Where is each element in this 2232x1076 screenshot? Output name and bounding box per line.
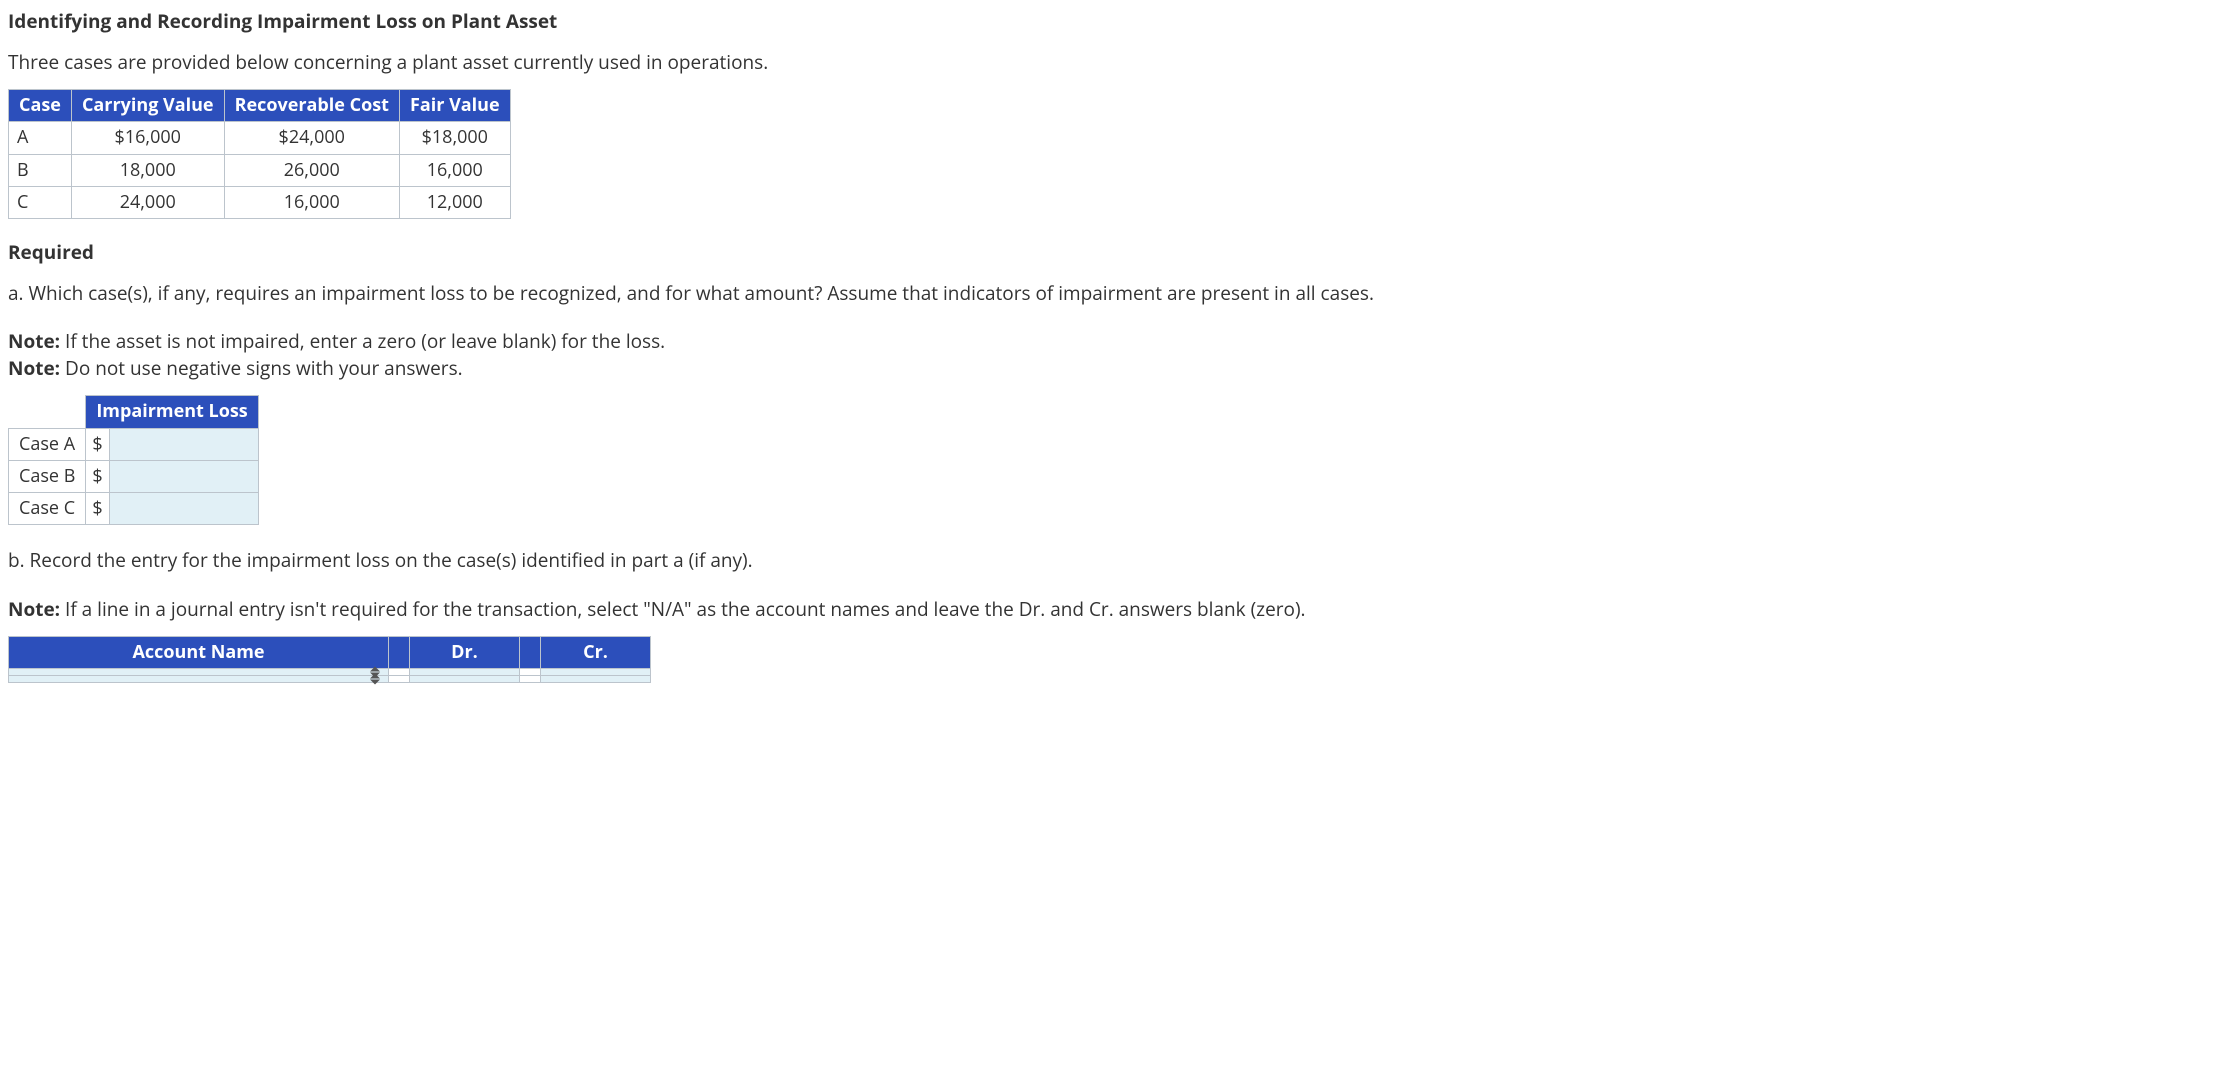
dollar-sign: $ bbox=[86, 428, 109, 460]
blank-cell bbox=[389, 676, 410, 683]
blank-header bbox=[389, 637, 410, 669]
cell-recoverable: 16,000 bbox=[224, 186, 399, 218]
part-b-text: b. Record the entry for the impairment l… bbox=[8, 547, 2224, 574]
cell-carrying: 18,000 bbox=[71, 154, 224, 186]
blank-cell bbox=[389, 669, 410, 676]
table-row bbox=[9, 676, 651, 683]
cell-case: A bbox=[9, 122, 72, 154]
col-cr: Cr. bbox=[541, 637, 651, 669]
intro-text: Three cases are provided below concernin… bbox=[8, 49, 2224, 76]
col-dr: Dr. bbox=[410, 637, 520, 669]
journal-entry-table: Account Name Dr. Cr. bbox=[8, 636, 651, 683]
cases-data-table: Case Carrying Value Recoverable Cost Fai… bbox=[8, 89, 511, 219]
impairment-loss-table: Impairment Loss Case A $ Case B $ Case C… bbox=[8, 395, 259, 525]
impairment-input-case-a[interactable] bbox=[109, 428, 258, 460]
blank-cell bbox=[520, 676, 541, 683]
dollar-sign: $ bbox=[86, 492, 109, 524]
row-label: Case C bbox=[9, 492, 86, 524]
impairment-input-case-b[interactable] bbox=[109, 460, 258, 492]
account-name-select[interactable] bbox=[9, 676, 389, 683]
dr-input[interactable] bbox=[410, 669, 520, 676]
cell-carrying: $16,000 bbox=[71, 122, 224, 154]
note-label: Note: bbox=[8, 328, 60, 354]
cr-input[interactable] bbox=[541, 676, 651, 683]
col-impairment-loss: Impairment Loss bbox=[86, 396, 258, 428]
note-text: If the asset is not impaired, enter a ze… bbox=[60, 328, 665, 354]
impairment-input-case-c[interactable] bbox=[109, 492, 258, 524]
note-label: Note: bbox=[8, 355, 60, 381]
cell-fair: $18,000 bbox=[399, 122, 510, 154]
table-row: Case B $ bbox=[9, 460, 259, 492]
cell-case: B bbox=[9, 154, 72, 186]
cr-input[interactable] bbox=[541, 669, 651, 676]
note-2: Note: Do not use negative signs with you… bbox=[8, 355, 2224, 382]
row-label: Case A bbox=[9, 428, 86, 460]
note-text: Do not use negative signs with your answ… bbox=[60, 355, 463, 381]
cell-carrying: 24,000 bbox=[71, 186, 224, 218]
cell-fair: 12,000 bbox=[399, 186, 510, 218]
part-a-text: a. Which case(s), if any, requires an im… bbox=[8, 280, 2224, 307]
required-heading: Required bbox=[8, 239, 2224, 266]
note-1: Note: If the asset is not impaired, ente… bbox=[8, 328, 2224, 355]
note-text: If a line in a journal entry isn't requi… bbox=[60, 596, 1305, 622]
table-row: Case C $ bbox=[9, 492, 259, 524]
table-row: B 18,000 26,000 16,000 bbox=[9, 154, 511, 186]
dollar-sign: $ bbox=[86, 460, 109, 492]
table-row: Case A $ bbox=[9, 428, 259, 460]
cell-case: C bbox=[9, 186, 72, 218]
blank-cell bbox=[520, 669, 541, 676]
table-row: A $16,000 $24,000 $18,000 bbox=[9, 122, 511, 154]
col-fair-value: Fair Value bbox=[399, 90, 510, 122]
table-row bbox=[9, 669, 651, 676]
select-updown-icon bbox=[370, 674, 380, 685]
dr-input[interactable] bbox=[410, 676, 520, 683]
col-case: Case bbox=[9, 90, 72, 122]
table-row: C 24,000 16,000 12,000 bbox=[9, 186, 511, 218]
blank-header bbox=[9, 396, 86, 428]
page-title: Identifying and Recording Impairment Los… bbox=[8, 8, 2224, 35]
cell-fair: 16,000 bbox=[399, 154, 510, 186]
cell-recoverable: $24,000 bbox=[224, 122, 399, 154]
col-recoverable-cost: Recoverable Cost bbox=[224, 90, 399, 122]
row-label: Case B bbox=[9, 460, 86, 492]
col-account-name: Account Name bbox=[9, 637, 389, 669]
account-name-select[interactable] bbox=[9, 669, 389, 676]
blank-header bbox=[520, 637, 541, 669]
cell-recoverable: 26,000 bbox=[224, 154, 399, 186]
note-3: Note: If a line in a journal entry isn't… bbox=[8, 596, 2224, 623]
note-label: Note: bbox=[8, 596, 60, 622]
col-carrying-value: Carrying Value bbox=[71, 90, 224, 122]
